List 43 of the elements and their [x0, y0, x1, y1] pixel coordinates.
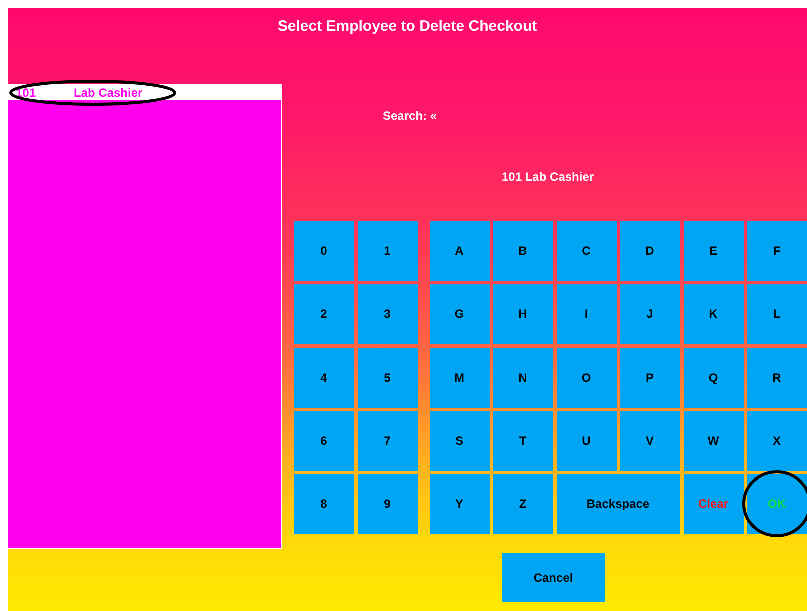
letter-key[interactable]: L	[747, 284, 807, 344]
letter-key[interactable]: M	[430, 348, 490, 408]
letter-key[interactable]: C	[556, 221, 616, 281]
letter-key[interactable]: Q	[684, 348, 744, 408]
screen-title: Select Employee to Delete Checkout	[276, 17, 538, 37]
letter-key[interactable]: V	[620, 410, 680, 471]
letter-key[interactable]: P	[620, 348, 680, 408]
letter-key[interactable]: U	[556, 410, 616, 471]
letter-key[interactable]: Z	[493, 474, 553, 534]
digit-key[interactable]: 5	[358, 348, 418, 408]
employee-name: Lab Cashier	[74, 86, 143, 100]
selected-employee-label: 101 Lab Cashier	[502, 170, 596, 184]
letter-key[interactable]: A	[430, 221, 490, 281]
employee-number: 101	[15, 86, 38, 100]
letter-key[interactable]: S	[430, 410, 490, 471]
letter-key[interactable]: G	[430, 284, 490, 344]
letter-key[interactable]: T	[493, 410, 553, 471]
letter-key[interactable]: R	[747, 348, 807, 408]
digit-key[interactable]: 7	[358, 410, 418, 471]
letter-key[interactable]: Y	[430, 474, 490, 534]
letter-key[interactable]: X	[747, 410, 807, 471]
letter-key[interactable]: E	[684, 221, 744, 281]
cancel-button[interactable]: Cancel	[502, 553, 605, 602]
digit-key[interactable]: 0	[294, 221, 354, 281]
digit-key[interactable]: 3	[358, 284, 418, 344]
digit-key[interactable]: 8	[294, 474, 354, 534]
letter-key[interactable]: W	[684, 410, 744, 471]
digit-key[interactable]: 9	[358, 474, 418, 534]
digit-key[interactable]: 4	[294, 348, 354, 408]
digit-key[interactable]: 2	[294, 284, 354, 344]
letter-key[interactable]: J	[620, 284, 680, 344]
letter-key[interactable]: K	[684, 284, 744, 344]
letter-key[interactable]: D	[620, 221, 680, 281]
letter-key[interactable]: I	[556, 284, 616, 344]
search-label: Search: «	[383, 109, 438, 123]
letter-key[interactable]: N	[493, 348, 553, 408]
backspace-button[interactable]: Backspace	[556, 474, 680, 534]
letter-key[interactable]: O	[556, 348, 616, 408]
letter-key[interactable]: B	[493, 221, 553, 281]
digit-key[interactable]: 1	[358, 221, 418, 281]
letter-key[interactable]: H	[493, 284, 553, 344]
digit-key[interactable]: 6	[294, 410, 354, 471]
letter-key[interactable]: F	[747, 221, 807, 281]
